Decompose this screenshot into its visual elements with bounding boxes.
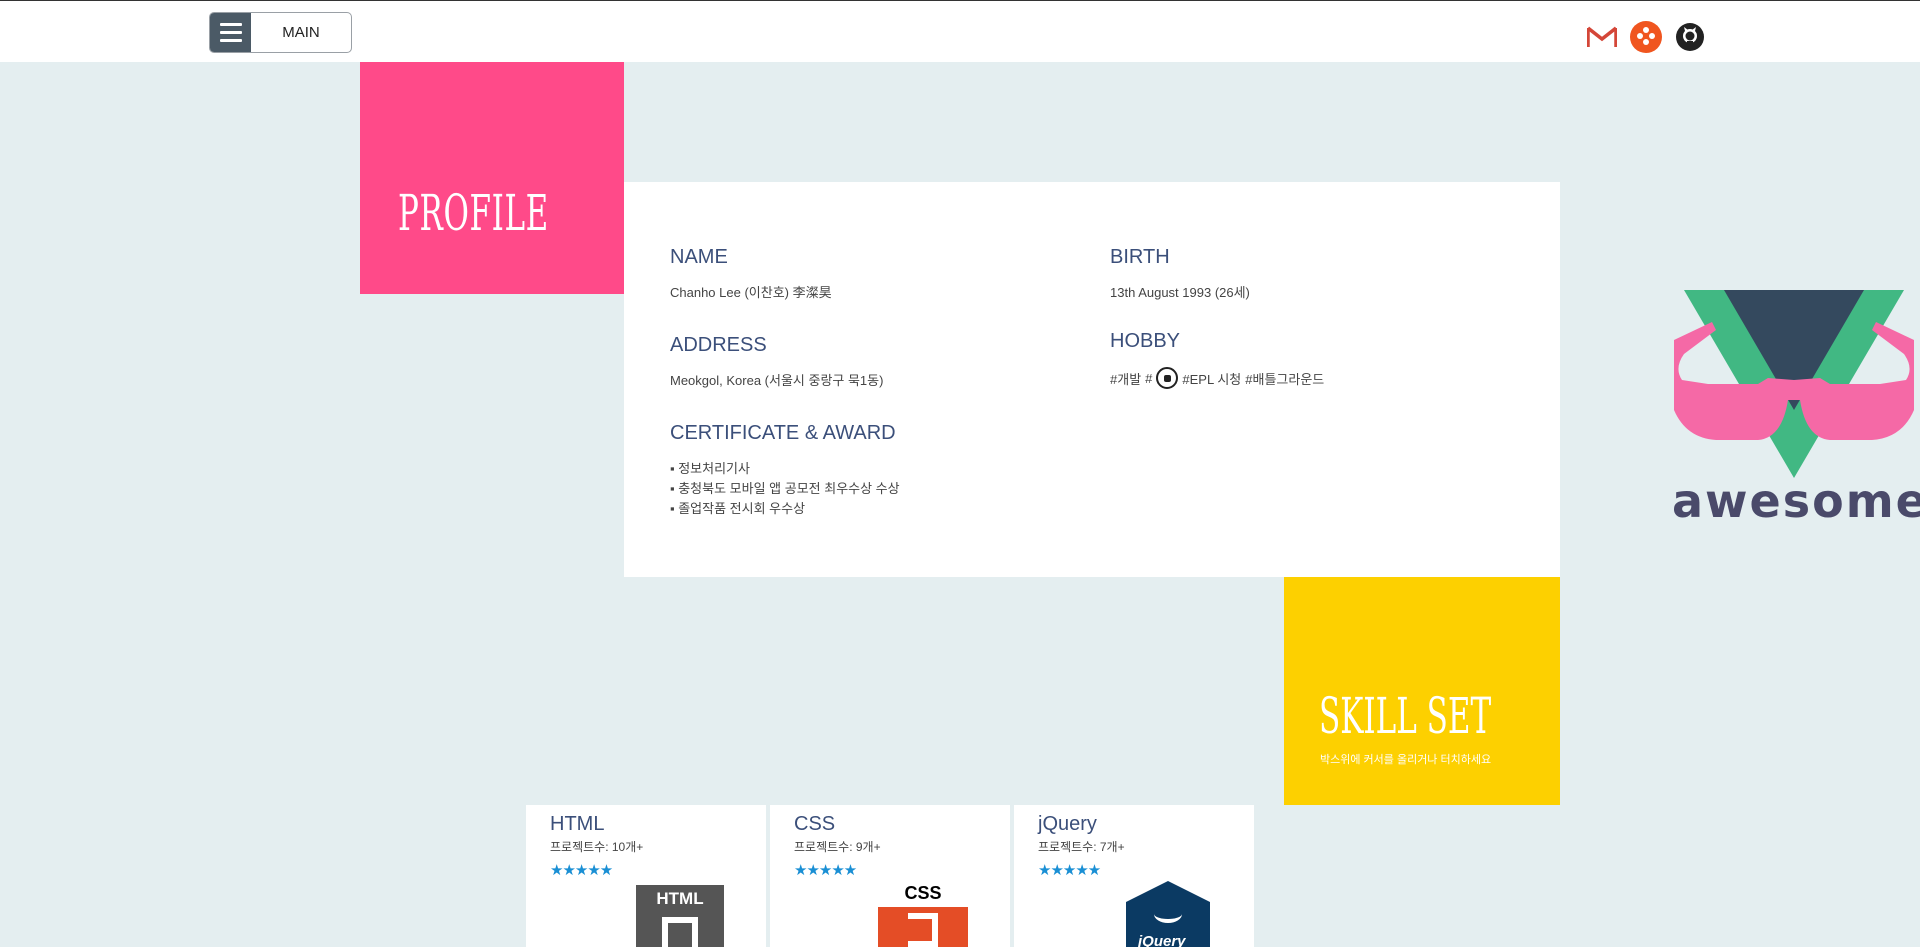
hamburger-menu-icon[interactable] [210,13,251,52]
skill-name: jQuery [1038,813,1097,835]
hobby-item: #배틀그라운드 [1245,371,1325,387]
hobby-item: #개발 [1110,371,1142,387]
name-value: Chanho Lee (이찬호) 李澯昊 [670,285,832,300]
certificate-field: CERTIFICATE & AWARD ▪ 정보처리기사 ▪ 충청북도 모바일 … [670,422,900,519]
css3-logo-icon: CSS [878,883,968,947]
certificate-item: ▪ 졸업작품 전시회 우수상 [670,501,806,516]
github-icon[interactable] [1674,21,1706,53]
skillset-subtitle: 박스위에 커서를 올리거나 터치하세요 [1320,754,1492,766]
menu-group: MAIN [209,12,352,53]
jquery-logo-icon: jQuery [1126,881,1210,947]
birth-field: BIRTH 13th August 1993 (26세) [1110,246,1250,303]
skill-name: HTML [550,813,605,835]
hobby-field: HOBBY #개발 # #EPL 시청 #배틀그라운드 [1110,330,1324,389]
hobby-label: HOBBY [1110,330,1181,352]
certificate-item: ▪ 충청북도 모바일 앱 공모전 최우수상 수상 [670,481,900,496]
birth-label: BIRTH [1110,246,1170,268]
skill-card-css[interactable]: CSS 프로젝트수: 9개+ ★★★★★ CSS [770,805,1010,947]
birth-value: 13th August 1993 (26세) [1110,285,1250,300]
skill-card-jquery[interactable]: jQuery 프로젝트수: 7개+ ★★★★★ jQuery [1014,805,1254,947]
skillset-tile: SKILL SET 박스위에 커서를 올리거나 터치하세요 [1284,577,1560,805]
skill-rating-stars: ★★★★★ [1038,861,1101,879]
skill-rating-stars: ★★★★★ [794,861,857,879]
address-field: ADDRESS Meokgol, Korea (서울시 중랑구 묵1동) [670,334,883,391]
profile-card: NAME Chanho Lee (이찬호) 李澯昊 BIRTH 13th Aug… [624,182,1560,577]
top-bar: MAIN [0,0,1920,62]
skill-name: CSS [794,813,836,835]
hobby-item: # [1145,370,1153,386]
hobby-item: #EPL 시청 [1182,371,1242,387]
hobby-list: #개발 # #EPL 시청 #배틀그라운드 [1110,367,1324,389]
name-label: NAME [670,246,728,268]
skill-card-html[interactable]: HTML 프로젝트수: 10개+ ★★★★★ HTML [526,805,766,947]
html5-logo-icon: HTML [636,885,724,947]
name-field: NAME Chanho Lee (이찬호) 李澯昊 [670,246,832,303]
profile-title: PROFILE [398,184,549,242]
skill-project-count: 프로젝트수: 9개+ [794,840,881,854]
facebook-icon[interactable] [1630,21,1662,53]
skill-project-count: 프로젝트수: 10개+ [550,840,644,854]
awesome-logo-text: awesome [1672,474,1920,528]
skill-project-count: 프로젝트수: 7개+ [1038,840,1125,854]
profile-tile: PROFILE [360,62,624,294]
address-value: Meokgol, Korea (서울시 중랑구 묵1동) [670,373,884,388]
soccer-ball-icon [1156,367,1179,389]
main-nav-link[interactable]: MAIN [251,13,351,52]
certificate-label: CERTIFICATE & AWARD [670,422,896,444]
skillset-title: SKILL SET [1319,687,1492,745]
skill-rating-stars: ★★★★★ [550,861,613,879]
address-label: ADDRESS [670,334,767,356]
gmail-icon[interactable] [1586,21,1618,53]
certificate-item: ▪ 정보처리기사 [670,461,750,476]
